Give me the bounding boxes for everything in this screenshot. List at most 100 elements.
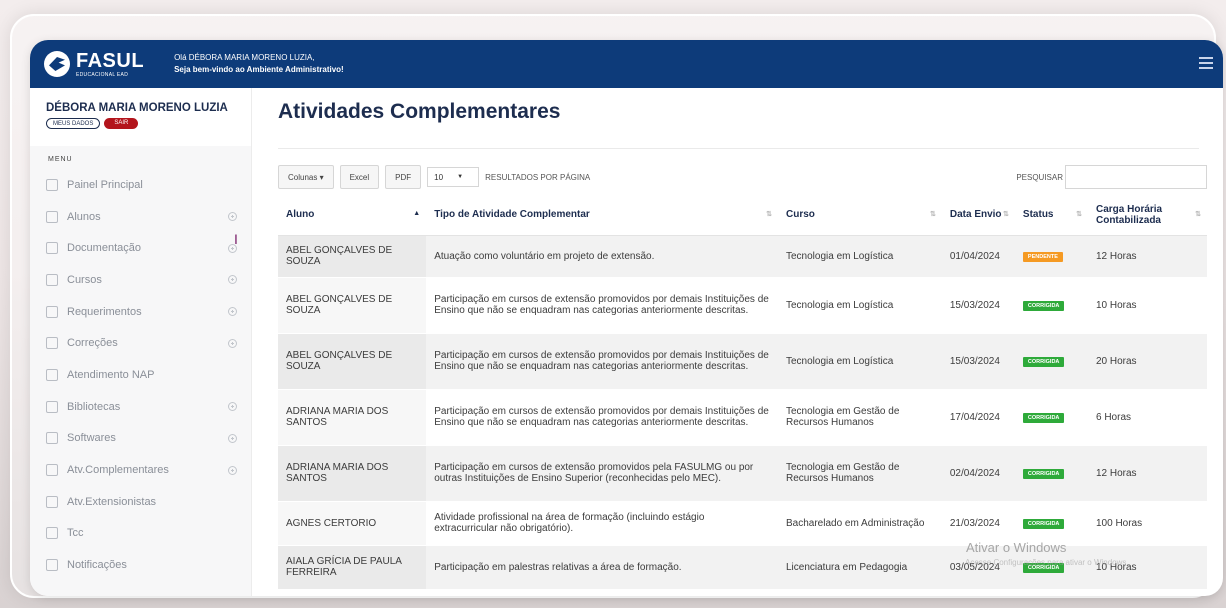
mouse-cursor: I: [234, 231, 238, 247]
logo-subtext: EDUCACIONAL EAD: [76, 71, 129, 78]
expand-plus-icon[interactable]: [228, 338, 237, 348]
table-row[interactable]: AIALA GRÍCIA DE PAULA FERREIRA Participaç…: [278, 545, 1207, 590]
sort-icon: ⇅: [1003, 211, 1009, 218]
per-page-label: RESULTADOS POR PÁGINA: [485, 172, 591, 182]
cell-status: CORRIGIDA: [1014, 277, 1088, 334]
sidebar-item-softwares[interactable]: Softwares: [30, 423, 251, 455]
welcome-line-1: Olá DÉBORA MARIA MORENO LUZIA,: [174, 53, 315, 62]
expand-plus-icon[interactable]: [228, 433, 237, 443]
sidebar-item-label: Bibliotecas: [67, 400, 121, 413]
cell-curso: Tecnologia em Logística: [777, 277, 942, 334]
cell-aluno: AGNES CERTORIO: [278, 501, 427, 546]
sidebar-item-corre-es[interactable]: Correções: [30, 327, 251, 359]
form-icon: [46, 305, 58, 318]
table-row[interactable]: ABEL GONÇALVES DE SOUZA Atuação como volu…: [278, 235, 1207, 278]
cell-tipo: Participação em palestras relativas a ár…: [426, 545, 778, 590]
sidebar-item-atv-complementares[interactable]: Atv.Complementares: [30, 454, 251, 486]
cell-tipo: Atividade profissional na área de formaç…: [426, 501, 778, 546]
cell-data: 15/03/2024: [941, 333, 1015, 390]
sidebar-item-cursos[interactable]: Cursos: [30, 264, 251, 296]
table-row[interactable]: AGNES CERTORIO Atividade profissional na …: [278, 501, 1207, 546]
sort-icon: ⇅: [1195, 211, 1201, 218]
cell-aluno: AIALA GRÍCIA DE PAULA FERREIRA: [278, 545, 427, 590]
user-block: DÉBORA MARIA MORENO LUZIA MEUS DADOS SAI…: [30, 88, 251, 146]
sidebar-item-requerimentos[interactable]: Requerimentos: [30, 296, 251, 328]
cell-carga: 12 Horas: [1087, 445, 1207, 502]
header-tipo[interactable]: Tipo de Atividade Complementar ⇅: [426, 195, 778, 236]
cell-aluno: ABEL GONÇALVES DE SOUZA: [278, 333, 427, 390]
header-aluno[interactable]: Aluno ▲: [278, 195, 427, 236]
sidebar-item-tcc[interactable]: Tcc: [30, 518, 251, 550]
sort-icon: ⇅: [1076, 211, 1082, 218]
expand-plus-icon[interactable]: [228, 465, 237, 475]
status-badge: CORRIGIDA: [1022, 519, 1065, 529]
sidebar-item-alunos[interactable]: Alunos: [30, 201, 251, 233]
excel-button[interactable]: Excel: [339, 165, 380, 189]
columns-button[interactable]: Colunas ▾: [278, 165, 334, 189]
search-input[interactable]: [1065, 165, 1207, 189]
sort-icon: ⇅: [929, 211, 936, 218]
software-icon: [46, 432, 58, 445]
windows-activation-subtext: Acesse Configurações para ativar o Windo…: [965, 558, 1129, 567]
windows-activation-watermark: Ativar o Windows: [966, 540, 1067, 555]
header-data[interactable]: Data Envio ⇅: [941, 195, 1015, 236]
sair-button[interactable]: SAIR: [104, 118, 139, 129]
sidebar-item-label: Atv.Complementares: [67, 464, 169, 477]
cell-status: CORRIGIDA: [1014, 389, 1088, 446]
cell-carga: 20 Horas: [1087, 333, 1207, 390]
status-badge: CORRIGIDA: [1022, 357, 1065, 367]
cell-status: CORRIGIDA: [1014, 445, 1088, 502]
support-icon: [46, 368, 58, 381]
welcome-line-2: Seja bem-vindo ao Ambiente Administrativ…: [174, 65, 344, 74]
extension-icon: [46, 495, 58, 508]
activity-icon: [46, 464, 58, 477]
table-row[interactable]: ADRIANA MARIA DOS SANTOS Participação em …: [278, 389, 1207, 446]
per-page-select[interactable]: 10 ▼: [427, 167, 480, 187]
menu-title: MENU: [48, 156, 73, 163]
sidebar-item-label: Correções: [67, 337, 118, 350]
sidebar-item-painel-principal[interactable]: Painel Principal: [30, 169, 251, 201]
fasul-logo-icon: [44, 51, 70, 77]
search-label: PESQUISAR: [1016, 173, 1063, 182]
expand-plus-icon[interactable]: [228, 212, 237, 222]
library-icon: [46, 400, 58, 413]
fasul-logo[interactable]: FASUL EDUCACIONAL EAD: [44, 51, 144, 78]
hamburger-menu-icon[interactable]: [1199, 57, 1213, 69]
table-body: ABEL GONÇALVES DE SOUZA Atuação como volu…: [278, 235, 1207, 590]
cell-status: PENDENTE: [1014, 235, 1088, 278]
sort-icon: ⇅: [766, 211, 772, 218]
header-status[interactable]: Status ⇅: [1014, 195, 1088, 236]
user-icon: [46, 210, 58, 223]
cell-curso: Licenciatura em Pedagogia: [777, 545, 942, 590]
cell-data: 17/04/2024: [941, 389, 1015, 446]
header-curso[interactable]: Curso ⇅: [777, 195, 942, 236]
page-title: Atividades Complementares: [278, 100, 561, 123]
sidebar-item-atv-extensionistas[interactable]: Atv.Extensionistas: [30, 486, 251, 518]
cell-carga: 10 Horas: [1087, 545, 1207, 590]
sort-asc-icon: ▲: [413, 210, 421, 217]
sidebar-item-documenta-o[interactable]: Documentação: [30, 232, 251, 264]
sidebar-item-atendimento-nap[interactable]: Atendimento NAP: [30, 359, 251, 391]
expand-plus-icon[interactable]: [228, 275, 237, 285]
filter-icon: [46, 337, 58, 350]
status-badge: CORRIGIDA: [1022, 413, 1065, 423]
table-row[interactable]: ABEL GONÇALVES DE SOUZA Participação em c…: [278, 277, 1207, 334]
expand-plus-icon[interactable]: [228, 402, 237, 412]
cell-carga: 10 Horas: [1087, 277, 1207, 334]
document-icon: [46, 242, 58, 255]
sidebar-item-bibliotecas[interactable]: Bibliotecas: [30, 391, 251, 423]
sidebar-item-notifica-es[interactable]: Notificações: [30, 549, 251, 581]
expand-plus-icon[interactable]: [228, 307, 237, 317]
cell-carga: 6 Horas: [1087, 389, 1207, 446]
meus-dados-button[interactable]: MEUS DADOS: [46, 118, 101, 129]
sidebar-item-label: Requerimentos: [67, 305, 142, 318]
sidebar-item-label: Atv.Extensionistas: [67, 495, 157, 508]
table-row[interactable]: ADRIANA MARIA DOS SANTOS Participação em …: [278, 445, 1207, 502]
table-header-row: Aluno ▲ Tipo de Atividade Complementar ⇅ C…: [278, 195, 1207, 236]
table-row[interactable]: ABEL GONÇALVES DE SOUZA Participação em c…: [278, 333, 1207, 390]
chevron-down-icon: ▼: [457, 174, 464, 180]
cell-tipo: Participação em cursos de extensão promo…: [426, 389, 778, 446]
status-badge: CORRIGIDA: [1022, 301, 1065, 311]
header-carga[interactable]: Carga Horária Contabilizada ⇅: [1087, 195, 1207, 236]
pdf-button[interactable]: PDF: [385, 165, 422, 189]
